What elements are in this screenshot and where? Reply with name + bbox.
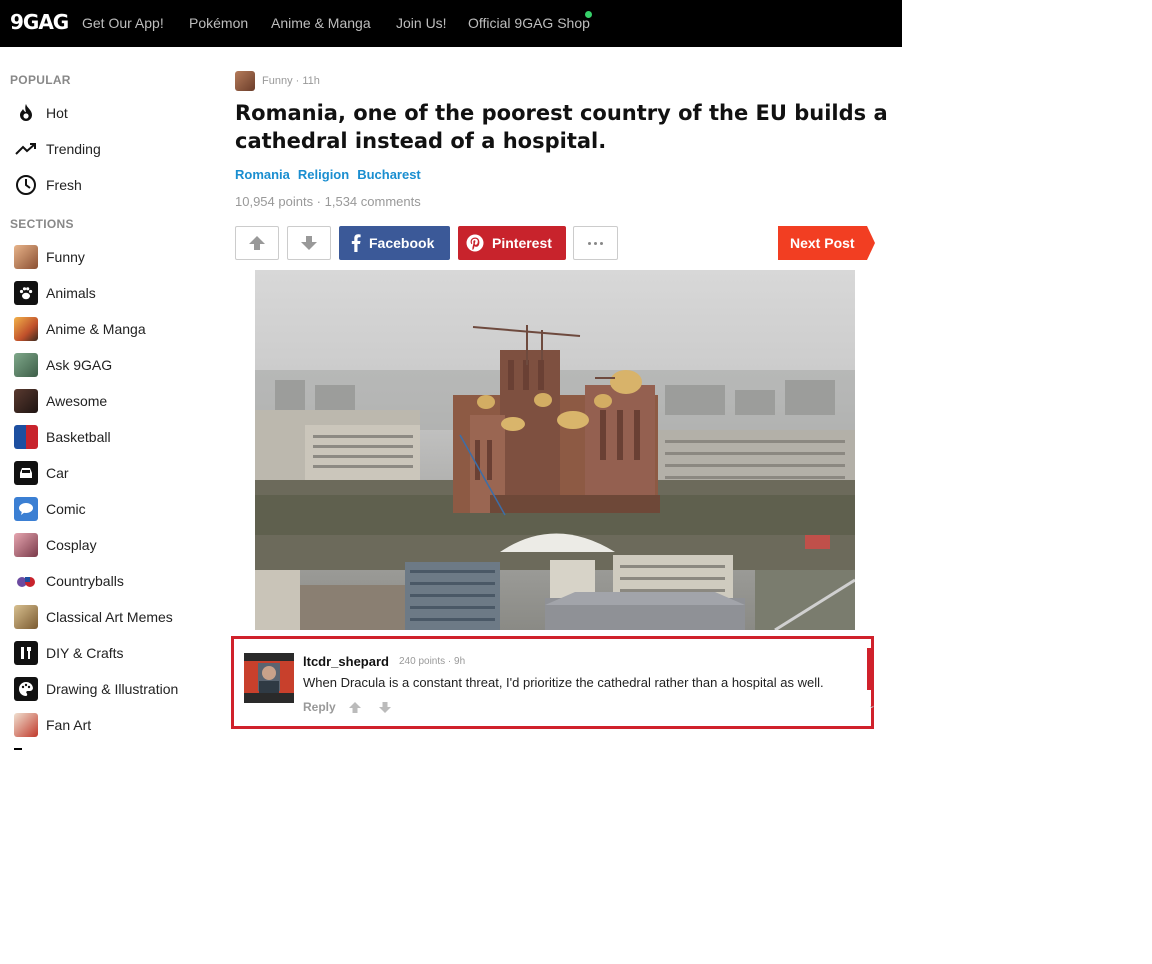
- trending-icon: [14, 137, 38, 161]
- section-avatar: [14, 389, 38, 413]
- nav-pokemon[interactable]: Pokémon: [189, 15, 248, 31]
- sidebar-item-label: Drawing & Illustration: [46, 681, 179, 697]
- tools-icon: [14, 641, 38, 665]
- highlighted-comment: ltcdr_shepard 240 points · 9h When Dracu…: [231, 636, 876, 729]
- dot-icon: [588, 241, 591, 245]
- comment-highlight-bar: [867, 648, 872, 690]
- sidebar-item-anime-manga[interactable]: Anime & Manga: [14, 316, 214, 342]
- post-title: Romania, one of the poorest country of t…: [235, 101, 888, 153]
- section-avatar: [14, 245, 38, 269]
- facebook-share-button[interactable]: Facebook: [339, 226, 450, 260]
- sidebar-item-comic[interactable]: Comic: [14, 496, 214, 522]
- sidebar-item-diy-crafts[interactable]: DIY & Crafts: [14, 640, 214, 666]
- section-avatar: [14, 533, 38, 557]
- commenter-username[interactable]: ltcdr_shepard: [303, 654, 389, 669]
- sidebar-item-label: Ask 9GAG: [46, 357, 113, 373]
- comment-upvote-icon[interactable]: [348, 701, 362, 714]
- sidebar-item-label: Countryballs: [46, 573, 124, 589]
- comment-text: When Dracula is a constant threat, I'd p…: [303, 675, 824, 690]
- paw-icon: [14, 281, 38, 305]
- new-indicator-dot: [585, 11, 592, 18]
- sidebar-item-label: Fresh: [46, 177, 82, 193]
- sidebar-item-hot[interactable]: Hot: [14, 100, 214, 126]
- sidebar-item-ask-9gag[interactable]: Ask 9GAG: [14, 352, 214, 378]
- popular-heading: POPULAR: [10, 73, 71, 87]
- sidebar-item-label: Anime & Manga: [46, 321, 146, 337]
- sidebar-item-car[interactable]: Car: [14, 460, 214, 486]
- basketball-logo-icon: [14, 425, 38, 449]
- logo[interactable]: 9GAG: [10, 10, 69, 34]
- pinterest-share-label: Pinterest: [492, 235, 552, 251]
- sidebar-item-drawing-illustration[interactable]: Drawing & Illustration: [14, 676, 214, 702]
- top-nav: 9GAG Get Our App! Pokémon Anime & Manga …: [0, 0, 902, 47]
- section-avatar: [14, 713, 38, 737]
- next-post-label: Next Post: [790, 235, 855, 251]
- section-avatar: [14, 353, 38, 377]
- sidebar-item-basketball[interactable]: Basketball: [14, 424, 214, 450]
- speech-bubble-icon: [14, 497, 38, 521]
- sidebar-item-label: Classical Art Memes: [46, 609, 173, 625]
- sidebar-item-fan-art[interactable]: Fan Art: [14, 712, 214, 738]
- arrow-down-icon: [301, 236, 317, 250]
- sidebar-item-label: Hot: [46, 105, 68, 121]
- sidebar-item-label: Funny: [46, 249, 85, 265]
- more-options-button[interactable]: [573, 226, 618, 260]
- sidebar-item-cosplay[interactable]: Cosplay: [14, 532, 214, 558]
- sidebar-item-fresh[interactable]: Fresh: [14, 172, 214, 198]
- tag-bucharest[interactable]: Bucharest: [357, 167, 421, 182]
- comment-downvote-icon[interactable]: [378, 701, 392, 714]
- post-meta: Funny · 11h: [235, 71, 320, 91]
- clock-icon: [14, 173, 38, 197]
- upvote-button[interactable]: [235, 226, 279, 260]
- sidebar-item-funny[interactable]: Funny: [14, 244, 214, 270]
- flame-icon: [14, 101, 38, 125]
- post-tags: Romania Religion Bucharest: [235, 167, 421, 182]
- sections-heading: SECTIONS: [10, 217, 74, 231]
- sidebar-cutoff-edge: [14, 748, 22, 750]
- arrow-up-icon: [249, 236, 265, 250]
- sidebar-item-classical-art-memes[interactable]: Classical Art Memes: [14, 604, 214, 630]
- nav-shop[interactable]: Official 9GAG Shop: [468, 15, 590, 31]
- palette-icon: [14, 677, 38, 701]
- comment-collapse-icon[interactable]: ⌄: [868, 700, 876, 711]
- car-icon: [14, 461, 38, 485]
- post-image[interactable]: [255, 270, 855, 630]
- sidebar-item-label: Fan Art: [46, 717, 92, 733]
- nav-anime-manga[interactable]: Anime & Manga: [271, 15, 371, 31]
- sidebar-item-label: Animals: [46, 285, 96, 301]
- sidebar-item-label: Basketball: [46, 429, 111, 445]
- sidebar-item-animals[interactable]: Animals: [14, 280, 214, 306]
- pinterest-icon: [466, 234, 484, 252]
- dot-icon: [594, 241, 597, 245]
- sidebar-item-label: Awesome: [46, 393, 108, 409]
- sidebar-item-label: Cosplay: [46, 537, 97, 553]
- tag-romania[interactable]: Romania: [235, 167, 290, 182]
- commenter-avatar[interactable]: [244, 653, 294, 703]
- downvote-button[interactable]: [287, 226, 331, 260]
- comment-meta: 240 points · 9h: [399, 656, 466, 667]
- post-stats: 10,954 points · 1,534 comments: [235, 194, 421, 209]
- dot-icon: [600, 241, 603, 245]
- sidebar-item-label: Car: [46, 465, 69, 481]
- sidebar-item-awesome[interactable]: Awesome: [14, 388, 214, 414]
- pinterest-share-button[interactable]: Pinterest: [458, 226, 566, 260]
- sidebar-item-label: Trending: [46, 141, 101, 157]
- facebook-icon: [351, 234, 361, 252]
- section-avatar: [14, 605, 38, 629]
- section-avatar: [14, 317, 38, 341]
- sidebar-item-label: Comic: [46, 501, 86, 517]
- countryballs-icon: [14, 569, 38, 593]
- next-post-button[interactable]: Next Post: [778, 226, 875, 260]
- sidebar-item-label: DIY & Crafts: [46, 645, 124, 661]
- tag-religion[interactable]: Religion: [298, 167, 349, 182]
- reply-button[interactable]: Reply: [303, 700, 336, 714]
- sidebar-item-trending[interactable]: Trending: [14, 136, 214, 162]
- nav-get-app[interactable]: Get Our App!: [82, 15, 164, 31]
- post-meta-text: Funny · 11h: [262, 75, 320, 87]
- section-avatar[interactable]: [235, 71, 255, 91]
- nav-join-us[interactable]: Join Us!: [396, 15, 447, 31]
- sidebar-item-countryballs[interactable]: Countryballs: [14, 568, 214, 594]
- facebook-share-label: Facebook: [369, 235, 435, 251]
